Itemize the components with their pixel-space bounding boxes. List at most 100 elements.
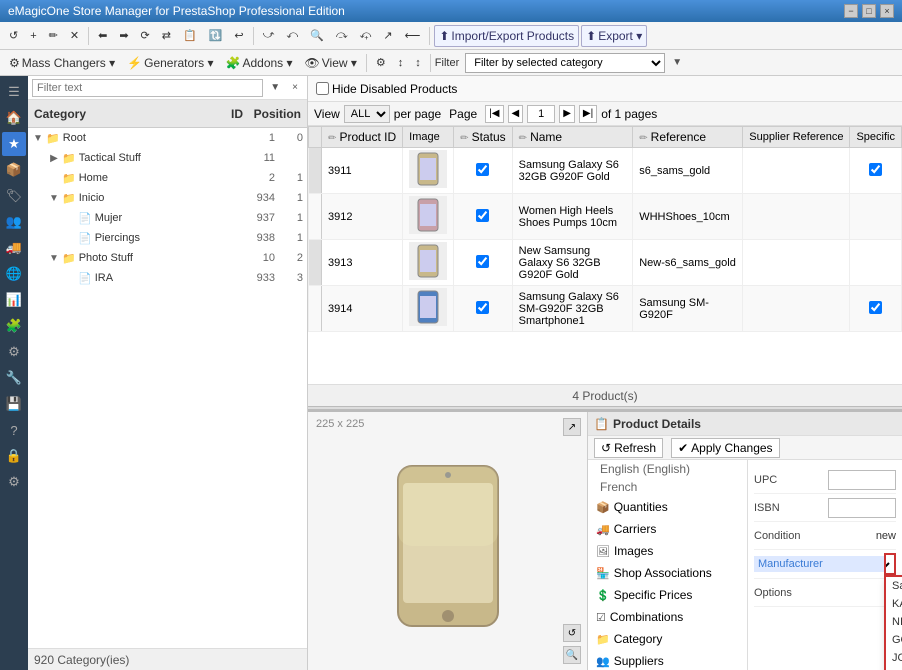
tool4-button[interactable]: ↩ [229, 25, 248, 47]
mass-changers-button[interactable]: ⚙ Mass Changers ▾ [4, 52, 120, 74]
next-page-button[interactable]: ▶ [559, 105, 575, 123]
prev-page-button[interactable]: ◀ [508, 105, 524, 123]
filter-icon-btn[interactable]: ⚙ [371, 52, 391, 74]
tool8-button[interactable]: ⤼ [331, 25, 353, 47]
hide-disabled-checkbox[interactable] [316, 82, 329, 95]
product-status-checkbox[interactable] [476, 209, 489, 222]
generators-button[interactable]: ⚡ Generators ▾ [122, 52, 218, 74]
specific-col-header[interactable]: Specific [850, 127, 902, 148]
sidebar-icon-globe[interactable]: 🌐 [2, 262, 26, 286]
page-input[interactable] [527, 105, 555, 123]
view-button[interactable]: 👁 View ▾ [300, 52, 362, 74]
sidebar-icon-puzzle[interactable]: 🧩 [2, 314, 26, 338]
filter-clear-btn[interactable]: × [287, 78, 303, 98]
sync-btn[interactable]: ↕ [393, 52, 409, 74]
refresh-button[interactable]: ↺ [4, 25, 23, 47]
sidebar-icon-home[interactable]: 🏠 [2, 106, 26, 130]
tool7-button[interactable]: 🔍 [305, 25, 329, 47]
apply-changes-button[interactable]: ✔ Apply Changes [671, 438, 779, 458]
product-status-checkbox[interactable] [476, 163, 489, 176]
tree-item-mujer[interactable]: 📄 Mujer 937 1 [28, 208, 307, 228]
tree-item-ira[interactable]: 📄 IRA 933 3 [28, 268, 307, 288]
back-button[interactable]: ⬅ [93, 25, 112, 47]
nav-item-quantities[interactable]: 📦 Quantities [588, 496, 747, 518]
toggle-tactical[interactable]: ▶ [48, 152, 60, 164]
toggle-root[interactable]: ▼ [32, 132, 44, 144]
sidebar-icon-wrench[interactable]: 🔧 [2, 366, 26, 390]
dropdown-item-nike[interactable]: NIKE [886, 613, 902, 631]
tool5-button[interactable]: ⤻ [258, 25, 280, 47]
sidebar-icon-menu[interactable]: ☰ [2, 80, 26, 104]
reference-col-header[interactable]: ✏ Reference [633, 127, 743, 148]
sidebar-icon-tag[interactable]: 🏷 [2, 184, 26, 208]
filter-select[interactable]: Filter by selected categoryFilter by all… [465, 53, 665, 73]
row-selector[interactable] [309, 148, 322, 194]
tree-item-root[interactable]: ▼ 📁 Root 1 0 [28, 128, 307, 148]
delete-button[interactable]: ✕ [65, 25, 84, 47]
toggle-photo[interactable]: ▼ [48, 252, 60, 264]
sidebar-icon-sliders[interactable]: ⚙ [2, 340, 26, 364]
nav-item-carriers[interactable]: 🚚 Carriers [588, 518, 747, 540]
thumb-refresh-btn[interactable]: ↺ [563, 624, 581, 642]
sidebar-icon-people[interactable]: 👥 [2, 210, 26, 234]
upc-input[interactable] [828, 470, 896, 490]
row-selector[interactable] [309, 194, 322, 240]
minimize-button[interactable]: − [844, 4, 858, 18]
product-specific-checkbox[interactable] [869, 301, 882, 314]
reload-button[interactable]: ⟳ [136, 25, 155, 47]
addons-button[interactable]: 🧩 Addons ▾ [221, 52, 298, 74]
import-export-button[interactable]: ⬆ Import/Export Products [434, 25, 579, 47]
sidebar-icon-box[interactable]: 📦 [2, 158, 26, 182]
tool6-button[interactable]: ⤺ [281, 25, 303, 47]
sidebar-icon-truck[interactable]: 🚚 [2, 236, 26, 260]
sidebar-icon-lock[interactable]: 🔒 [2, 444, 26, 468]
add-button[interactable]: + [25, 25, 41, 47]
nav-item-category[interactable]: 📁 Category [588, 628, 747, 650]
product-specific-checkbox[interactable] [869, 163, 882, 176]
thumb-zoom-btn[interactable]: 🔍 [563, 646, 581, 664]
supplier-ref-col-header[interactable]: Supplier Reference [743, 127, 850, 148]
tree-item-inicio[interactable]: ▼ 📁 Inicio 934 1 [28, 188, 307, 208]
isbn-input[interactable] [828, 498, 896, 518]
tree-item-home[interactable]: 📁 Home 2 1 [28, 168, 307, 188]
dropdown-item-samsung1[interactable]: Samsung [886, 577, 902, 595]
sync2-btn[interactable]: ↕ [410, 52, 426, 74]
row-selector[interactable] [309, 240, 322, 286]
hide-disabled-label[interactable]: Hide Disabled Products [316, 82, 457, 96]
manufacturer-select[interactable]: Samsung [884, 553, 896, 575]
first-page-button[interactable]: |◀ [485, 105, 503, 123]
sidebar-icon-help[interactable]: ? [2, 418, 26, 442]
tree-item-photo[interactable]: ▼ 📁 Photo Stuff 10 2 [28, 248, 307, 268]
sidebar-icon-chart[interactable]: 📊 [2, 288, 26, 312]
tree-item-tactical[interactable]: ▶ 📁 Tactical Stuff 11 [28, 148, 307, 168]
close-button[interactable]: × [880, 4, 894, 18]
dropdown-item-jordan[interactable]: JORDAN [886, 649, 902, 667]
edit-button[interactable]: ✏ [44, 25, 63, 47]
view-select[interactable]: ALL [344, 105, 390, 123]
tool11-button[interactable]: ⟵ [400, 25, 426, 47]
nav-item-suppliers[interactable]: 👥 Suppliers [588, 650, 747, 670]
nav-item-french[interactable]: French [588, 478, 747, 496]
export-button[interactable]: ⬆ Export ▾ [581, 25, 647, 47]
tool1-button[interactable]: ⇄ [157, 25, 176, 47]
product-status-checkbox[interactable] [476, 255, 489, 268]
nav-item-shop-associations[interactable]: 🏪 Shop Associations [588, 562, 747, 584]
nav-item-combinations[interactable]: ☑ Combinations [588, 606, 747, 628]
maximize-button[interactable]: □ [862, 4, 876, 18]
row-selector[interactable] [309, 286, 322, 332]
sidebar-icon-star[interactable]: ★ [2, 132, 26, 156]
toggle-inicio[interactable]: ▼ [48, 192, 60, 204]
nav-item-images[interactable]: 🖼 Images [588, 540, 747, 562]
thumb-expand-btn[interactable]: ↗ [563, 418, 581, 436]
sidebar-icon-settings[interactable]: ⚙ [2, 470, 26, 494]
tree-item-piercings[interactable]: 📄 Piercings 938 1 [28, 228, 307, 248]
name-col-header[interactable]: ✏ Name [512, 127, 633, 148]
tool9-button[interactable]: ⤽ [355, 25, 377, 47]
status-col-header[interactable]: ✏ Status [454, 127, 512, 148]
filter-options-btn[interactable]: ▼ [265, 78, 285, 98]
dropdown-item-goorin[interactable]: GOORIN BROS [886, 631, 902, 649]
category-filter-input[interactable] [32, 79, 263, 97]
product-id-col-header[interactable]: ✏ Product ID [322, 127, 403, 148]
sidebar-icon-database[interactable]: 💾 [2, 392, 26, 416]
toggle-home[interactable] [48, 172, 60, 184]
